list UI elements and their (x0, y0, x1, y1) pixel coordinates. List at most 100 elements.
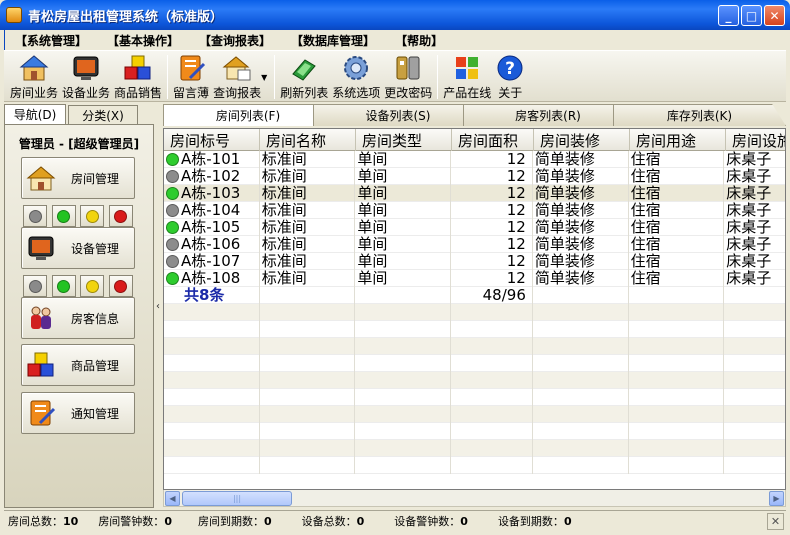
table-cell: 住宿 (629, 253, 725, 270)
menu-basic-ops[interactable]: 【基本操作】 (97, 32, 189, 49)
status-light (114, 209, 128, 223)
column-header[interactable]: 房间类型 (356, 129, 452, 151)
menu-database[interactable]: 【数据库管理】 (281, 32, 385, 49)
toolbar-about-button[interactable]: ? 关于 (493, 51, 527, 101)
menu-system[interactable]: 【系统管理】 (5, 32, 97, 49)
table-cell: 单间 (355, 270, 452, 287)
toolbar-product-online-button[interactable]: 产品在线 (441, 51, 493, 101)
table-cell: A栋-102 (164, 168, 260, 185)
column-header[interactable]: 房间名称 (260, 129, 356, 151)
table-cell: 标准间 (260, 202, 356, 219)
minimize-button[interactable]: _ (718, 5, 739, 26)
table-row[interactable]: A栋-101 标准间 单间 12 简单装修 住宿 床桌子 (164, 151, 785, 168)
tenant-info-button[interactable]: 房客信息 (21, 297, 135, 339)
menu-help[interactable]: 【帮助】 (385, 32, 453, 49)
filter-red-button[interactable] (108, 275, 133, 297)
status-light (85, 209, 99, 223)
table-row[interactable]: A栋-108 标准间 单间 12 简单装修 住宿 床桌子 (164, 270, 785, 287)
table-cell: 床桌子 (724, 236, 785, 253)
filter-gray-button[interactable] (23, 205, 48, 227)
toolbar-goods-sales-button[interactable]: 商品销售 (112, 51, 164, 101)
room-table[interactable]: 房间标号房间名称房间类型房间面积房间装修房间用途房间设施 A栋-101标准间单间… (163, 128, 786, 490)
equipment-management-button[interactable]: 设备管理 (21, 227, 135, 269)
empty-row (164, 321, 785, 338)
scrollbar-thumb[interactable]: ||| (182, 491, 292, 506)
toolbar-room-business-button[interactable]: 房间业务 (8, 51, 60, 101)
area-total: 48/96 (451, 287, 533, 304)
table-row[interactable]: A栋-102 标准间 单间 12 简单装修 住宿 床桌子 (164, 168, 785, 185)
table-cell (355, 287, 452, 304)
table-cell: 住宿 (629, 168, 725, 185)
table-cell: 床桌子 (724, 270, 785, 287)
tab-inventory-list[interactable]: 库存列表(K) (613, 104, 786, 126)
filter-green-button[interactable] (51, 205, 76, 227)
empty-row (164, 355, 785, 372)
toolbar-system-options-button[interactable]: 系统选项 (330, 51, 382, 101)
room-status-icon (166, 204, 179, 217)
toolbar-change-password-button[interactable]: 更改密码 (382, 51, 434, 101)
table-cell: A栋-104 (164, 202, 260, 219)
column-header[interactable]: 房间设施 (726, 129, 785, 151)
table-cell: 12 (451, 253, 533, 270)
chevron-down-icon[interactable]: ▼ (261, 73, 267, 82)
table-cell: A栋-107 (164, 253, 260, 270)
collapse-arrow-icon[interactable]: ‹ (156, 301, 160, 312)
status-item: 房间到期数：0 (197, 515, 272, 528)
column-header[interactable]: 房间用途 (630, 129, 726, 151)
app-icon (6, 7, 22, 23)
table-cell: 住宿 (629, 219, 725, 236)
table-row[interactable]: A栋-103 标准间 单间 12 简单装修 住宿 床桌子 (164, 185, 785, 202)
table-row[interactable]: A栋-106 标准间 单间 12 简单装修 住宿 床桌子 (164, 236, 785, 253)
toolbar-equipment-business-button[interactable]: 设备业务 (60, 51, 112, 101)
scroll-right-icon[interactable]: ▶ (769, 491, 784, 506)
window-title: 青松房屋出租管理系统（标准版） (28, 9, 224, 25)
table-cell: 单间 (355, 168, 452, 185)
scroll-left-icon[interactable]: ◀ (165, 491, 180, 506)
filter-gray-button[interactable] (23, 275, 48, 297)
notice-management-button[interactable]: 通知管理 (21, 392, 135, 434)
tab-room-list[interactable]: 房间列表(F) (163, 104, 333, 126)
notebook-icon (26, 398, 56, 428)
empty-row (164, 440, 785, 457)
table-cell: 单间 (355, 236, 452, 253)
toolbar-refresh-list-button[interactable]: 刷新列表 (278, 51, 330, 101)
close-icon[interactable]: ✕ (767, 513, 784, 530)
menu-reports[interactable]: 【查询报表】 (189, 32, 281, 49)
column-header[interactable]: 房间标号 (164, 129, 260, 151)
table-cell: 标准间 (260, 236, 356, 253)
status-item: 房间总数：10 (8, 515, 79, 528)
filter-yellow-button[interactable] (80, 275, 105, 297)
column-header[interactable]: 房间装修 (534, 129, 630, 151)
tab-navigation[interactable]: 导航(D) (4, 104, 66, 124)
status-light (85, 279, 99, 293)
table-cell: 床桌子 (724, 151, 785, 168)
tab-category[interactable]: 分类(X) (68, 105, 138, 124)
row-count: 共8条 (164, 287, 260, 304)
column-header[interactable]: 房间面积 (452, 129, 534, 151)
table-cell: 标准间 (260, 270, 356, 287)
table-row[interactable]: A栋-107 标准间 单间 12 简单装修 住宿 床桌子 (164, 253, 785, 270)
close-button[interactable]: ✕ (764, 5, 785, 26)
table-cell: 标准间 (260, 168, 356, 185)
toolbar-separator (274, 55, 276, 99)
table-row[interactable]: A栋-105 标准间 单间 12 简单装修 住宿 床桌子 (164, 219, 785, 236)
filter-green-button[interactable] (51, 275, 76, 297)
panel-splitter[interactable]: ‹ (154, 104, 162, 508)
filter-red-button[interactable] (108, 205, 133, 227)
table-cell: 简单装修 (533, 219, 629, 236)
status-item: 房间警钟数：0 (98, 515, 172, 528)
table-row[interactable]: A栋-104 标准间 单间 12 简单装修 住宿 床桌子 (164, 202, 785, 219)
tab-tenant-list[interactable]: 房客列表(R) (463, 104, 633, 126)
empty-row (164, 406, 785, 423)
toolbar-query-report-button[interactable]: 查询报表 (211, 51, 263, 101)
tab-equipment-list[interactable]: 设备列表(S) (313, 104, 483, 126)
room-management-button[interactable]: 房间管理 (21, 157, 135, 199)
goods-management-button[interactable]: 商品管理 (21, 344, 135, 386)
filter-yellow-button[interactable] (80, 205, 105, 227)
empty-row (164, 423, 785, 440)
toolbar-guestbook-button[interactable]: 留言薄 (171, 51, 211, 101)
table-cell: 住宿 (629, 185, 725, 202)
horizontal-scrollbar[interactable]: ◀ ||| ▶ (163, 490, 786, 507)
table-cell: 12 (451, 168, 533, 185)
maximize-button[interactable]: □ (741, 5, 762, 26)
